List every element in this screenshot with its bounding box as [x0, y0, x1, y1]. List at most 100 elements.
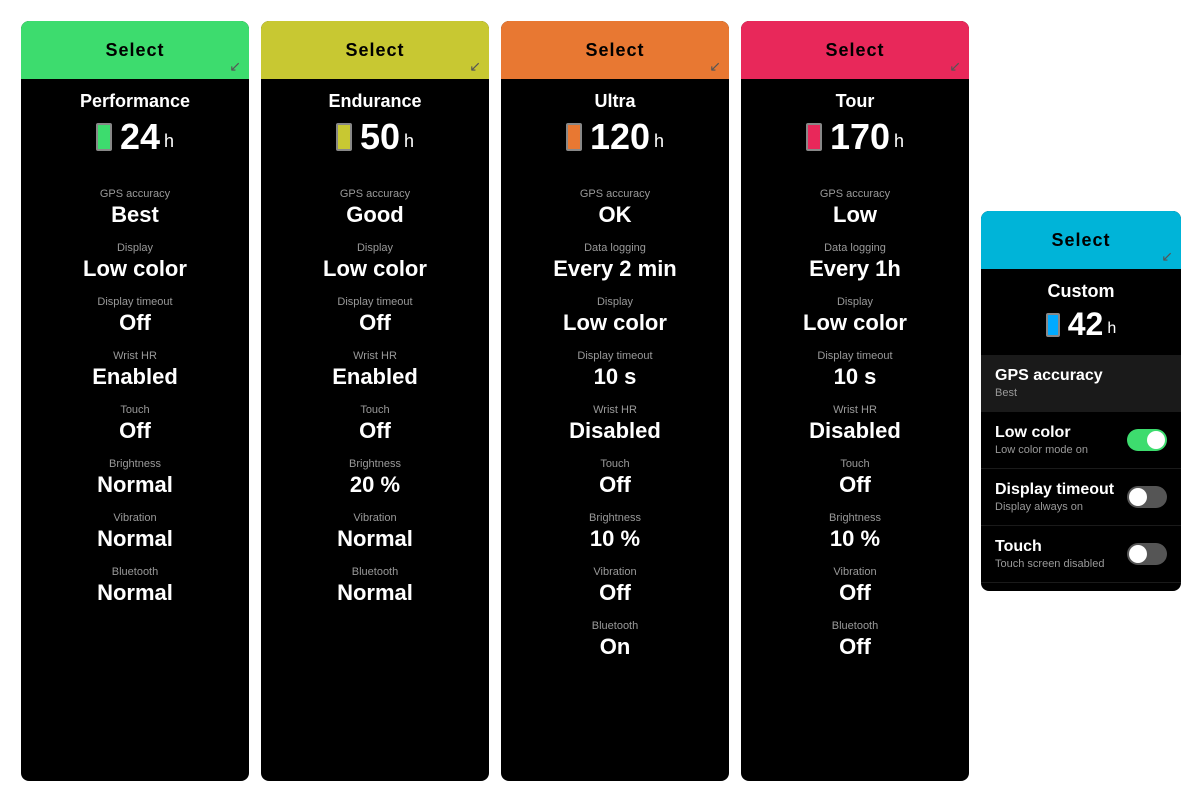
tour-body: Tour170h GPS accuracy Low Data logging E… — [741, 79, 969, 781]
tour-section-6: Brightness 10 % — [757, 512, 953, 552]
card-performance[interactable]: Select ↙ Performance24h GPS accuracy Bes… — [21, 21, 249, 781]
custom-toggle-knob-1 — [1147, 431, 1165, 449]
ultra-section-4: Wrist HR Disabled — [517, 404, 713, 444]
performance-section-label-7: Bluetooth — [37, 566, 233, 578]
ultra-header[interactable]: Select ↙ — [501, 21, 729, 79]
endurance-section-value-6: Normal — [277, 526, 473, 552]
ultra-section-value-8: On — [517, 634, 713, 660]
tour-mode-section: Tour170h — [757, 91, 953, 174]
card-tour[interactable]: Select ↙ Tour170h GPS accuracy Low Data … — [741, 21, 969, 781]
custom-toggle-3[interactable] — [1127, 543, 1167, 565]
custom-setting-3[interactable]: TouchTouch screen disabled — [981, 526, 1181, 583]
custom-setting-sublabel-0: Best — [995, 387, 1103, 399]
ultra-section-label-3: Display timeout — [517, 350, 713, 362]
custom-header[interactable]: Select ↙ — [981, 211, 1181, 269]
performance-section-label-0: GPS accuracy — [37, 188, 233, 200]
endurance-section-5: Brightness 20 % — [277, 458, 473, 498]
ultra-battery-icon — [566, 123, 582, 151]
ultra-section-label-7: Vibration — [517, 566, 713, 578]
performance-section-value-7: Normal — [37, 580, 233, 606]
card-ultra[interactable]: Select ↙ Ultra120h GPS accuracy OK Data … — [501, 21, 729, 781]
ultra-battery-line: 120h — [517, 116, 713, 158]
custom-setting-1[interactable]: Low colorLow color mode on — [981, 412, 1181, 469]
tour-section-label-8: Bluetooth — [757, 620, 953, 632]
endurance-section-value-5: 20 % — [277, 472, 473, 498]
custom-setting-text-3: TouchTouch screen disabled — [995, 538, 1104, 570]
ultra-section-value-5: Off — [517, 472, 713, 498]
card-endurance[interactable]: Select ↙ Endurance50h GPS accuracy Good … — [261, 21, 489, 781]
endurance-section-label-2: Display timeout — [277, 296, 473, 308]
endurance-section-2: Display timeout Off — [277, 296, 473, 336]
custom-setting-text-1: Low colorLow color mode on — [995, 424, 1088, 456]
ultra-section-7: Vibration Off — [517, 566, 713, 606]
tour-section-label-1: Data logging — [757, 242, 953, 254]
performance-section-5: Brightness Normal — [37, 458, 233, 498]
ultra-mode-section: Ultra 120h — [517, 91, 713, 174]
tour-battery-line: 170h — [757, 116, 953, 158]
ultra-mode-name: Ultra — [517, 91, 713, 112]
ultra-corner-arrow: ↙ — [709, 58, 721, 75]
endurance-section-label-7: Bluetooth — [277, 566, 473, 578]
custom-corner-arrow: ↙ — [1161, 248, 1173, 265]
ultra-section-value-7: Off — [517, 580, 713, 606]
endurance-corner-arrow: ↙ — [469, 58, 481, 75]
ultra-battery-unit: h — [654, 131, 664, 152]
ultra-section-0: GPS accuracy OK — [517, 188, 713, 228]
endurance-section-value-0: Good — [277, 202, 473, 228]
ultra-section-value-6: 10 % — [517, 526, 713, 552]
custom-setting-2[interactable]: Display timeoutDisplay always on — [981, 469, 1181, 526]
custom-select-label: Select — [1051, 230, 1110, 251]
tour-section-label-3: Display timeout — [757, 350, 953, 362]
endurance-battery-icon — [336, 123, 352, 151]
endurance-section-label-5: Brightness — [277, 458, 473, 470]
performance-section-label-1: Display — [37, 242, 233, 254]
tour-section-3: Display timeout 10 s — [757, 350, 953, 390]
custom-toggle-1[interactable] — [1127, 429, 1167, 451]
endurance-body: Endurance50h GPS accuracy Good Display L… — [261, 79, 489, 781]
card-custom[interactable]: Select ↙ Custom 42 h GPS accuracyBest Low… — [981, 211, 1181, 591]
custom-mode-name: Custom — [995, 281, 1167, 302]
tour-section-value-3: 10 s — [757, 364, 953, 390]
endurance-section-label-1: Display — [277, 242, 473, 254]
performance-section-label-6: Vibration — [37, 512, 233, 524]
custom-battery-icon — [1046, 313, 1060, 337]
custom-setting-header-0: GPS accuracyBest — [995, 367, 1167, 399]
endurance-battery-value: 50 — [360, 116, 400, 158]
endurance-section-label-3: Wrist HR — [277, 350, 473, 362]
custom-setting-label-2: Display timeout — [995, 481, 1114, 499]
custom-setting-text-0: GPS accuracyBest — [995, 367, 1103, 399]
endurance-section-value-2: Off — [277, 310, 473, 336]
endurance-battery-unit: h — [404, 131, 414, 152]
custom-setting-text-2: Display timeoutDisplay always on — [995, 481, 1114, 513]
custom-toggle-2[interactable] — [1127, 486, 1167, 508]
tour-section-4: Wrist HR Disabled — [757, 404, 953, 444]
performance-section-value-4: Off — [37, 418, 233, 444]
ultra-section-5: Touch Off — [517, 458, 713, 498]
tour-section-2: Display Low color — [757, 296, 953, 336]
custom-setting-header-1: Low colorLow color mode on — [995, 424, 1167, 456]
endurance-section-value-1: Low color — [277, 256, 473, 282]
tour-select-label: Select — [825, 40, 884, 61]
custom-setting-label-1: Low color — [995, 424, 1088, 442]
ultra-section-3: Display timeout 10 s — [517, 350, 713, 390]
ultra-section-value-0: OK — [517, 202, 713, 228]
performance-battery-unit: h — [164, 131, 174, 152]
endurance-section-label-4: Touch — [277, 404, 473, 416]
performance-header[interactable]: Select ↙ — [21, 21, 249, 79]
tour-section-7: Vibration Off — [757, 566, 953, 606]
tour-section-label-0: GPS accuracy — [757, 188, 953, 200]
tour-corner-arrow: ↙ — [949, 58, 961, 75]
tour-section-value-5: Off — [757, 472, 953, 498]
custom-battery-unit: h — [1107, 320, 1116, 338]
tour-section-label-2: Display — [757, 296, 953, 308]
endurance-section-label-6: Vibration — [277, 512, 473, 524]
performance-battery-icon — [96, 123, 112, 151]
performance-section-2: Display timeout Off — [37, 296, 233, 336]
endurance-header[interactable]: Select ↙ — [261, 21, 489, 79]
performance-section-label-2: Display timeout — [37, 296, 233, 308]
tour-header[interactable]: Select ↙ — [741, 21, 969, 79]
performance-section-4: Touch Off — [37, 404, 233, 444]
custom-battery-value: 42 — [1068, 306, 1104, 343]
custom-setting-sublabel-3: Touch screen disabled — [995, 558, 1104, 570]
performance-section-label-3: Wrist HR — [37, 350, 233, 362]
